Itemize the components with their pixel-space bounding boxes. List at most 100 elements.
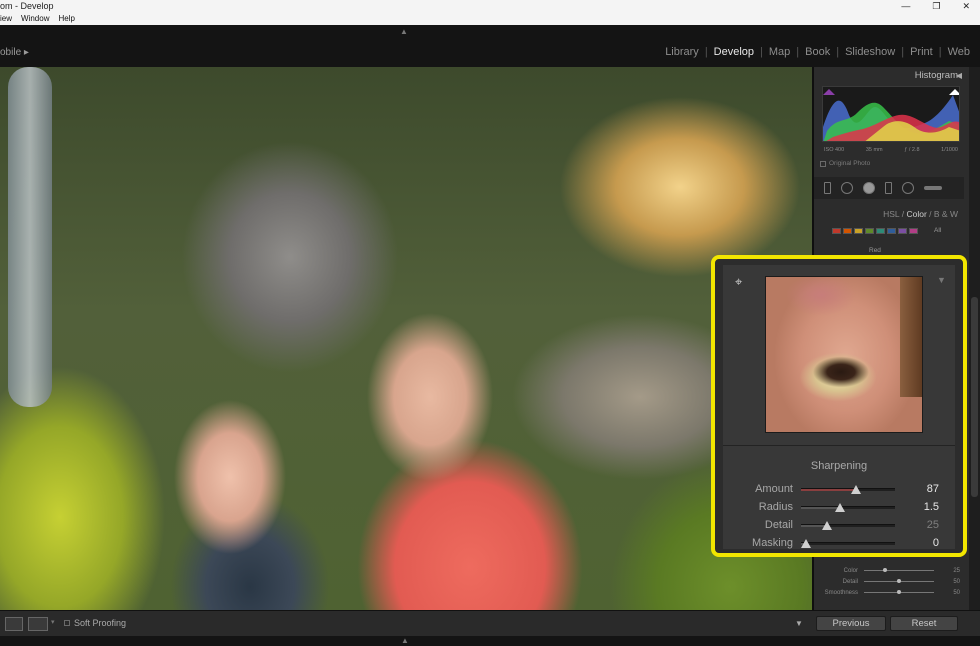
swatch-red[interactable] — [832, 228, 841, 234]
red-eye-tool-icon[interactable] — [863, 182, 875, 194]
adjustment-brush-tool-icon[interactable] — [924, 186, 942, 190]
target-adjust-icon[interactable]: ⌖ — [735, 275, 749, 289]
menu-view[interactable]: iew — [0, 13, 12, 25]
exif-shutter: 1/1000 — [941, 147, 958, 153]
panel-scrollbar-thumb[interactable] — [971, 297, 978, 497]
original-photo-toggle[interactable]: Original Photo — [820, 160, 870, 167]
noise-slider[interactable] — [864, 590, 934, 594]
radius-slider[interactable] — [801, 502, 895, 512]
swatch-yellow[interactable] — [854, 228, 863, 234]
module-develop[interactable]: Develop — [714, 46, 754, 58]
panel-scrollbar[interactable] — [969, 67, 980, 610]
noise-slider[interactable] — [864, 568, 934, 572]
crop-tool-icon[interactable] — [824, 182, 831, 194]
close-button[interactable]: ✕ — [962, 0, 970, 13]
selected-color-label: Red — [869, 247, 881, 254]
noise-slider-knob[interactable] — [897, 590, 901, 594]
graduated-filter-tool-icon[interactable] — [885, 182, 892, 194]
reset-button[interactable]: Reset — [890, 616, 958, 631]
radial-filter-tool-icon[interactable] — [902, 182, 914, 194]
amount-value[interactable]: 87 — [895, 483, 939, 495]
radius-slider-knob[interactable] — [835, 502, 846, 512]
detail-slider[interactable] — [801, 520, 895, 530]
histogram — [822, 86, 960, 142]
module-separator: | — [836, 46, 840, 58]
module-library[interactable]: Library — [665, 46, 699, 58]
swatch-green[interactable] — [865, 228, 874, 234]
view-options-caret-icon[interactable]: ▾ — [51, 618, 55, 626]
exif-iso: ISO 400 — [824, 147, 845, 153]
preview-hair-region — [900, 277, 922, 397]
module-print[interactable]: Print — [910, 46, 933, 58]
tab-hsl[interactable]: HSL — [883, 209, 899, 219]
noise-slider-knob[interactable] — [897, 579, 901, 583]
soft-proofing-toggle[interactable]: Soft Proofing — [64, 618, 126, 628]
radius-value[interactable]: 1.5 — [895, 501, 939, 513]
module-book[interactable]: Book — [805, 46, 830, 58]
toolbar-menu-caret-icon[interactable]: ▼ — [795, 619, 803, 628]
noise-slider[interactable] — [864, 579, 934, 583]
menu-bar: iew Window Help — [0, 13, 980, 25]
minimize-button[interactable]: — — [901, 0, 910, 13]
previous-button[interactable]: Previous — [816, 616, 886, 631]
loupe-view-icon[interactable] — [5, 617, 23, 631]
menu-window[interactable]: Window — [21, 13, 49, 25]
detail-label: Detail — [764, 519, 793, 531]
module-separator: | — [901, 46, 905, 58]
amount-slider-knob[interactable] — [850, 484, 861, 494]
collapse-top-panel-icon[interactable]: ▲ — [400, 27, 408, 36]
tab-separator: / — [929, 209, 932, 219]
module-web[interactable]: Web — [948, 46, 970, 58]
original-photo-label: Original Photo — [829, 160, 871, 167]
tool-strip — [814, 177, 964, 199]
masking-slider-knob[interactable] — [800, 538, 811, 548]
identity-plate-mobile[interactable]: obile ▸ — [0, 47, 29, 58]
detail-slider-knob[interactable] — [822, 520, 833, 530]
tab-color[interactable]: Color — [906, 209, 926, 219]
noise-row-label: Smoothness — [824, 589, 858, 596]
module-separator: | — [938, 46, 942, 58]
before-after-view-icon[interactable] — [28, 617, 48, 631]
window-controls: — ❐ ✕ — [901, 0, 970, 13]
hsl-panel-header: HSL / Color / B & W — [814, 207, 964, 222]
swatch-aqua[interactable] — [876, 228, 885, 234]
radius-label: Radius — [758, 501, 793, 513]
collapse-histogram-icon[interactable]: ◀ — [956, 71, 962, 80]
spot-removal-tool-icon[interactable] — [841, 182, 853, 194]
soft-proofing-label: Soft Proofing — [74, 618, 127, 628]
window-title: om - Develop — [0, 1, 54, 11]
collapse-preview-icon[interactable]: ▼ — [937, 275, 946, 285]
histogram-graph — [823, 89, 959, 141]
swatch-all[interactable]: All — [934, 227, 941, 234]
amount-label: Amount — [755, 483, 793, 495]
noise-slider-knob[interactable] — [883, 568, 887, 572]
noise-reduction-rows: Color 25 Detail 50 Smoothness 50 — [814, 565, 964, 598]
module-separator: | — [760, 46, 763, 58]
maximize-button[interactable]: ❐ — [932, 0, 940, 13]
exif-info: ISO 400 35 mm ƒ / 2.8 1/1000 — [824, 147, 958, 153]
masking-slider[interactable] — [800, 538, 895, 548]
detail-preview-image[interactable] — [765, 276, 923, 433]
sharpening-title: Sharpening — [810, 460, 868, 472]
soft-proofing-checkbox[interactable] — [64, 620, 70, 626]
swatch-orange[interactable] — [843, 228, 852, 234]
expand-filmstrip-icon[interactable]: ▲ — [401, 636, 409, 645]
masking-value[interactable]: 0 — [895, 537, 939, 549]
exif-focal-length: 35 mm — [865, 147, 883, 153]
original-photo-checkbox[interactable] — [820, 160, 826, 167]
histogram-header[interactable]: Histogram — [814, 67, 964, 84]
photo-canvas[interactable] — [0, 67, 812, 610]
detail-value[interactable]: 25 — [895, 519, 939, 531]
noise-row-label: Detail — [842, 578, 858, 585]
swatch-blue[interactable] — [887, 228, 896, 234]
swatch-purple[interactable] — [898, 228, 907, 234]
module-map[interactable]: Map — [769, 46, 790, 58]
module-slideshow[interactable]: Slideshow — [845, 46, 895, 58]
masking-slider-row: Masking 0 — [723, 535, 955, 551]
amount-slider[interactable] — [801, 484, 895, 494]
tab-bw[interactable]: B & W — [934, 209, 958, 219]
menu-help[interactable]: Help — [58, 13, 74, 25]
detail-panel: ⌖ ▼ Sharpening Amount 87 Radius 1.5 Deta… — [723, 265, 955, 549]
noise-row-value: 50 — [953, 578, 960, 585]
swatch-magenta[interactable] — [909, 228, 918, 234]
